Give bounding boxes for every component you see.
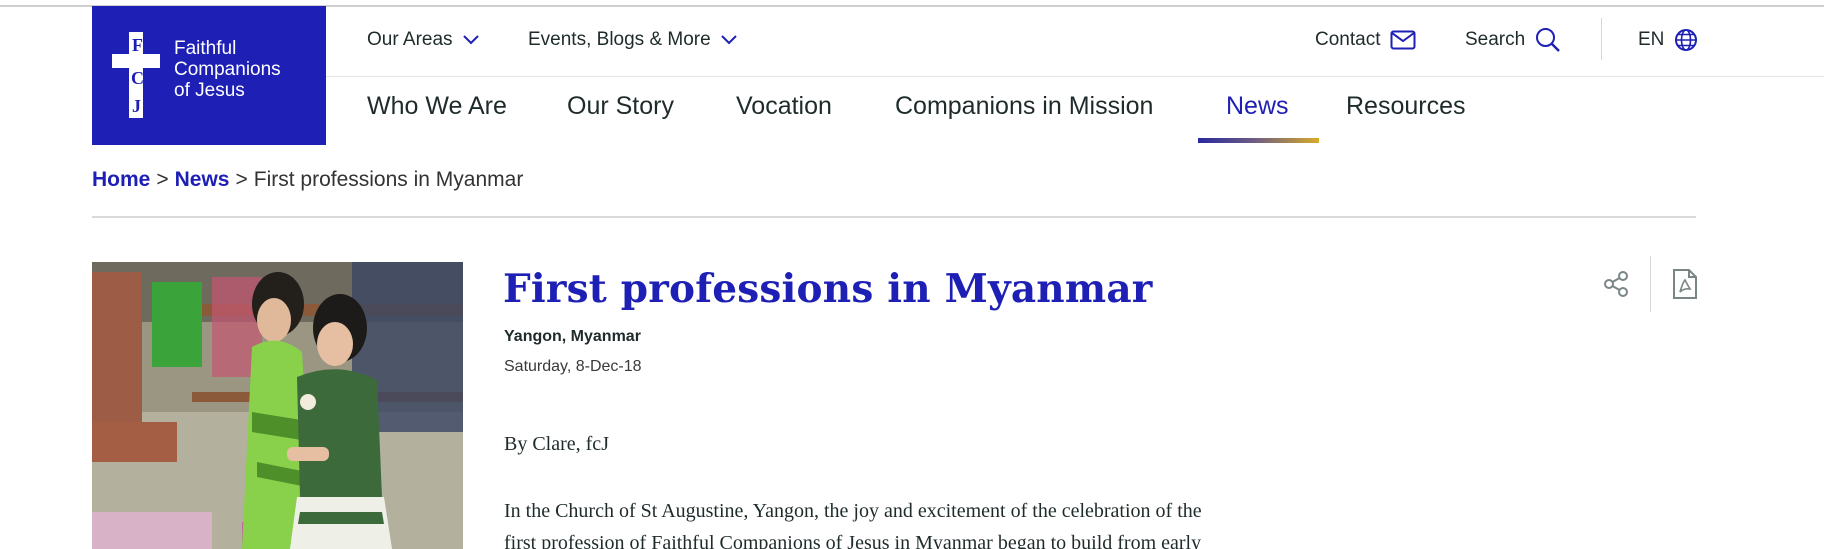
breadcrumb-current: First professions in Myanmar xyxy=(253,168,524,191)
nav-companions-in-mission[interactable]: Companions in Mission xyxy=(895,92,1153,121)
breadcrumb-news[interactable]: News xyxy=(175,168,230,191)
article-date: Saturday, 8-Dec-18 xyxy=(504,358,642,375)
search-label: Search xyxy=(1465,29,1526,50)
search-icon xyxy=(1536,28,1561,52)
pdf-icon xyxy=(1673,269,1697,299)
contact-link[interactable]: Contact xyxy=(1315,26,1416,54)
search-button[interactable]: Search xyxy=(1465,26,1561,54)
site-logo[interactable]: F C J Faithful Companions of Jesus xyxy=(92,6,326,145)
nav-vocation[interactable]: Vocation xyxy=(736,92,832,121)
breadcrumb-separator: > xyxy=(235,168,248,191)
content-divider xyxy=(92,216,1696,218)
logo-line-1: Faithful xyxy=(174,38,237,59)
envelope-icon xyxy=(1390,30,1416,50)
chevron-down-icon xyxy=(720,35,737,45)
nav-active-indicator xyxy=(1198,138,1319,143)
utility-nav-divider xyxy=(325,76,1824,77)
body-line-2: first profession of Faithful Companions … xyxy=(504,532,1202,549)
article-photo xyxy=(92,262,463,549)
chevron-down-icon xyxy=(462,35,479,45)
svg-text:C: C xyxy=(131,68,144,88)
events-blogs-dropdown[interactable]: Events, Blogs & More xyxy=(528,26,737,54)
tools-separator xyxy=(1650,256,1651,312)
logo-line-2: Companions xyxy=(174,59,281,80)
logo-text: Faithful Companions of Jesus xyxy=(174,38,281,101)
body-line-1: In the Church of St Augustine, Yangon, t… xyxy=(504,500,1202,522)
logo-line-3: of Jesus xyxy=(174,80,245,101)
share-button[interactable] xyxy=(1602,270,1630,303)
svg-text:F: F xyxy=(132,35,143,55)
breadcrumb: Home > News > First professions in Myanmar xyxy=(92,168,523,192)
contact-label: Contact xyxy=(1315,29,1381,50)
article-body: In the Church of St Augustine, Yangon, t… xyxy=(504,495,1444,549)
language-label: EN xyxy=(1638,29,1665,50)
our-areas-dropdown[interactable]: Our Areas xyxy=(367,26,479,54)
breadcrumb-home[interactable]: Home xyxy=(92,168,150,191)
pdf-download-button[interactable] xyxy=(1672,268,1698,305)
share-icon xyxy=(1604,271,1628,297)
nav-resources[interactable]: Resources xyxy=(1346,92,1466,121)
language-selector[interactable]: EN xyxy=(1638,26,1698,54)
globe-icon xyxy=(1675,29,1698,51)
svg-text:J: J xyxy=(132,96,141,116)
article-location: Yangon, Myanmar xyxy=(504,328,641,345)
nav-who-we-are[interactable]: Who We Are xyxy=(367,92,507,121)
our-areas-label: Our Areas xyxy=(367,29,453,50)
nav-news[interactable]: News xyxy=(1226,92,1289,121)
article-title: First professions in Myanmar xyxy=(503,266,1153,312)
nav-our-story[interactable]: Our Story xyxy=(567,92,674,121)
utility-separator xyxy=(1601,18,1602,60)
article-byline: By Clare, fcJ xyxy=(504,433,609,455)
breadcrumb-separator: > xyxy=(156,168,169,191)
events-blogs-label: Events, Blogs & More xyxy=(528,29,711,50)
cross-logo-icon: F C J xyxy=(112,32,160,118)
